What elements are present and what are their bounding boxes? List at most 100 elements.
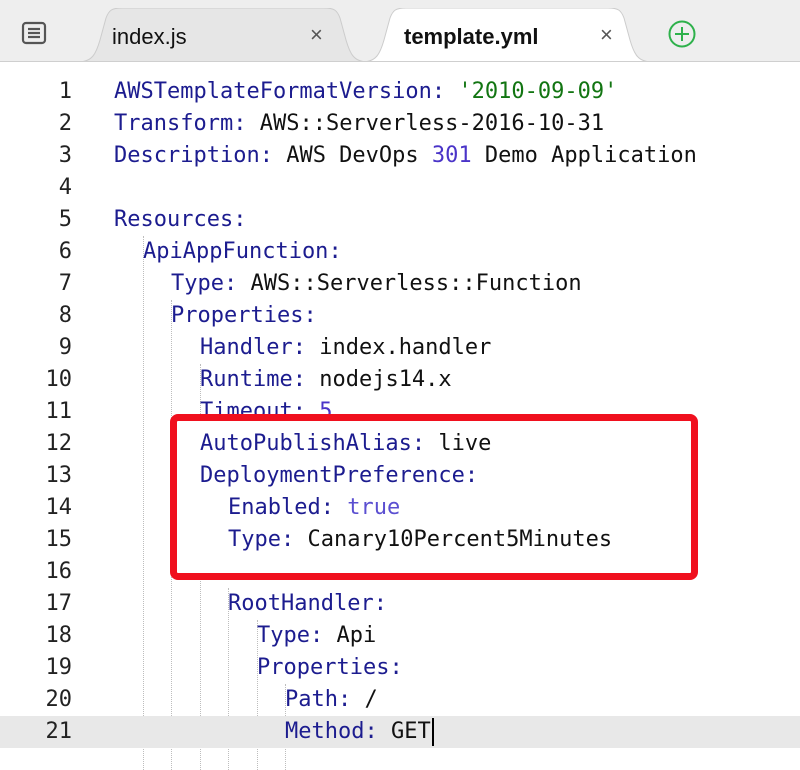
- yaml-value: Api: [336, 623, 377, 648]
- line-number: 19: [45, 655, 73, 680]
- yaml-key: Type: [171, 271, 224, 296]
- line-content: Properties:: [257, 652, 403, 684]
- yaml-separator: :: [411, 431, 439, 456]
- line-content: Path: /: [285, 684, 378, 716]
- line-number: 4: [58, 175, 72, 200]
- yaml-separator: :: [320, 495, 348, 520]
- code-line: 7 Type: AWS::Serverless::Function: [0, 268, 800, 300]
- code-editor[interactable]: 1 AWSTemplateFormatVersion: '2010-09-09'…: [0, 62, 800, 770]
- line-content: RootHandler:: [228, 588, 387, 620]
- line-number: 9: [58, 335, 72, 360]
- code-line: 3 Description: AWS DevOps 301 Demo Appli…: [0, 140, 800, 172]
- close-icon[interactable]: ×: [600, 22, 613, 48]
- yaml-key: RootHandler: [228, 591, 374, 616]
- line-content: AutoPublishAlias: live: [200, 428, 491, 460]
- line-number: 14: [45, 495, 73, 520]
- yaml-separator: :: [364, 719, 391, 744]
- line-number: 2: [58, 111, 72, 136]
- yaml-separator: :: [309, 623, 337, 648]
- text-cursor: [431, 718, 434, 746]
- code-line: 10 Runtime: nodejs14.x: [0, 364, 800, 396]
- line-number: 12: [45, 431, 73, 456]
- yaml-separator: :: [303, 303, 317, 328]
- line-number: 17: [45, 591, 73, 616]
- line-content: Handler: index.handler: [200, 332, 491, 364]
- line-content: Method: GET: [285, 716, 434, 748]
- line-content: Properties:: [171, 300, 317, 332]
- yaml-key: Method: [285, 719, 365, 744]
- yaml-number: 301: [431, 143, 472, 168]
- line-number: 16: [45, 559, 73, 584]
- yaml-value: Demo Application: [471, 143, 697, 168]
- tab-template-yml[interactable]: template.yml ×: [362, 8, 652, 62]
- yaml-value: Canary10Percent5Minutes: [307, 527, 613, 552]
- yaml-key: Enabled: [228, 495, 321, 520]
- yaml-separator: :: [389, 655, 403, 680]
- yaml-string-value: '2010-09-09': [458, 79, 618, 104]
- tab-label: template.yml: [404, 24, 539, 49]
- code-line: 9 Handler: index.handler: [0, 332, 800, 364]
- yaml-key: Description: [114, 143, 260, 168]
- yaml-separator: :: [431, 79, 459, 104]
- yaml-separator: :: [280, 527, 308, 552]
- yaml-separator: :: [259, 143, 287, 168]
- code-line: 17 RootHandler:: [0, 588, 800, 620]
- code-line: 4: [0, 172, 800, 204]
- close-icon[interactable]: ×: [310, 22, 323, 48]
- yaml-value: AWS::Serverless::Function: [250, 271, 582, 296]
- line-number: 1: [58, 79, 72, 104]
- line-content: Runtime: nodejs14.x: [200, 364, 452, 396]
- line-number: 7: [58, 271, 72, 296]
- yaml-value: nodejs14.x: [319, 367, 452, 392]
- line-number: 6: [58, 239, 72, 264]
- code-line: 15 Type: Canary10Percent5Minutes: [0, 524, 800, 556]
- yaml-separator: :: [233, 111, 260, 136]
- line-content: Type: AWS::Serverless::Function: [171, 268, 582, 300]
- yaml-key: Handler: [200, 335, 293, 360]
- yaml-key: Transform: [114, 111, 234, 136]
- line-number: 10: [45, 367, 73, 392]
- yaml-separator: :: [233, 207, 247, 232]
- line-content: Enabled: true: [228, 492, 400, 524]
- code-line: 1 AWSTemplateFormatVersion: '2010-09-09': [0, 76, 800, 108]
- plus-circle-icon[interactable]: [667, 19, 697, 49]
- yaml-value: AWS DevOps: [286, 143, 432, 168]
- line-number: 11: [45, 399, 73, 424]
- yaml-key: Properties: [257, 655, 390, 680]
- line-content: ApiAppFunction:: [143, 236, 342, 268]
- yaml-key: Properties: [171, 303, 304, 328]
- yaml-key: AutoPublishAlias: [200, 431, 412, 456]
- yaml-value: GET: [390, 719, 431, 744]
- line-content: Resources:: [114, 204, 246, 236]
- line-number: 8: [58, 303, 72, 328]
- code-line: 18 Type: Api: [0, 620, 800, 652]
- yaml-key: Runtime: [200, 367, 293, 392]
- code-line: 6 ApiAppFunction:: [0, 236, 800, 268]
- line-content: Type: Canary10Percent5Minutes: [228, 524, 612, 556]
- code-line: 14 Enabled: true: [0, 492, 800, 524]
- line-number: 13: [45, 463, 73, 488]
- yaml-key: Path: [285, 687, 338, 712]
- yaml-separator: :: [223, 271, 251, 296]
- yaml-boolean: true: [347, 495, 401, 520]
- yaml-key: Type: [257, 623, 310, 648]
- yaml-key: Type: [228, 527, 281, 552]
- yaml-value: /: [364, 687, 378, 712]
- yaml-separator: :: [292, 367, 320, 392]
- line-content: DeploymentPreference:: [200, 460, 478, 492]
- line-number: 5: [58, 207, 72, 232]
- line-number: 21: [45, 719, 73, 744]
- yaml-separator: :: [337, 687, 365, 712]
- code-line: 8 Properties:: [0, 300, 800, 332]
- tab-index-js[interactable]: index.js ×: [78, 8, 368, 62]
- code-line: 2 Transform: AWS::Serverless-2016-10-31: [0, 108, 800, 140]
- line-content: Transform: AWS::Serverless-2016-10-31: [114, 108, 604, 140]
- line-number: 15: [45, 527, 73, 552]
- current-code-line: 21 Method: GET: [0, 716, 800, 748]
- yaml-value: live: [438, 431, 492, 456]
- yaml-value: AWS::Serverless-2016-10-31: [259, 111, 605, 136]
- yaml-key: AWSTemplateFormatVersion: [114, 79, 432, 104]
- yaml-key: Resources: [114, 207, 234, 232]
- list-menu-icon[interactable]: [20, 20, 48, 46]
- line-number: 20: [45, 687, 73, 712]
